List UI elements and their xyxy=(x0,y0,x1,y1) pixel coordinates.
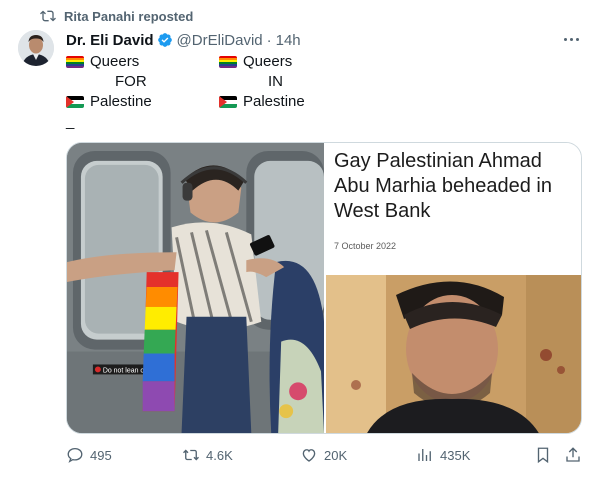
separator-dot: · xyxy=(266,31,272,49)
article-date: 7 October 2022 xyxy=(334,241,397,251)
post-text-row: FOR IN xyxy=(66,72,486,92)
post-text-cell: Palestine xyxy=(219,92,305,112)
post-text-cell: Queers xyxy=(66,52,139,72)
post-text-row: Queers Queers xyxy=(66,52,486,72)
post-text-cell: Queers xyxy=(219,52,292,72)
views-icon xyxy=(418,449,431,461)
post-word: Palestine xyxy=(90,93,152,110)
like-icon xyxy=(302,449,316,462)
like-count: 20K xyxy=(324,447,348,463)
repost-icon xyxy=(40,10,56,22)
post-word: Queers xyxy=(243,53,293,70)
rainbow-flag-icon xyxy=(219,56,237,68)
subway-photo[interactable]: Do not lean o xyxy=(67,143,324,433)
palestine-flag-icon xyxy=(219,96,237,108)
post-header: Dr. Eli David @DrEliDavid · 14h xyxy=(66,30,582,50)
repost-button[interactable]: 4.6K xyxy=(182,446,233,464)
post-text-cell: Palestine xyxy=(66,92,152,112)
avatar[interactable] xyxy=(18,30,54,66)
repost-label: Rita Panahi reposted xyxy=(64,8,194,24)
post-text-cell: FOR xyxy=(115,72,147,92)
reply-button[interactable]: 495 xyxy=(66,446,112,464)
palestine-flag-icon xyxy=(66,96,84,108)
reply-count: 495 xyxy=(90,447,112,463)
article-portrait xyxy=(326,275,581,433)
author-name[interactable]: Dr. Eli David xyxy=(66,32,154,49)
post-word: IN xyxy=(268,73,283,90)
post-text-cell: IN xyxy=(268,72,283,92)
repost-count: 4.6K xyxy=(206,447,233,463)
share-icon xyxy=(566,447,580,462)
post-text-cell: _ xyxy=(66,112,74,132)
article-screenshot[interactable]: Gay Palestinian Ahmad Abu Marhia beheade… xyxy=(324,143,581,433)
action-bar: 495 4.6K 20K 435K xyxy=(66,446,586,470)
verified-badge-icon xyxy=(157,33,172,47)
share-button[interactable] xyxy=(564,446,582,464)
bookmark-button[interactable] xyxy=(534,446,552,464)
post-text: Queers Queers FOR IN Palestine Palestine… xyxy=(66,52,486,132)
bookmark-icon xyxy=(537,447,549,464)
post-word: FOR xyxy=(115,73,147,90)
rainbow-flag-icon xyxy=(66,56,84,68)
post-word: Queers xyxy=(90,53,140,70)
like-button[interactable]: 20K xyxy=(300,446,347,464)
author-handle[interactable]: @DrEliDavid xyxy=(177,32,263,49)
post-word: Palestine xyxy=(243,93,305,110)
repost-context[interactable]: Rita Panahi reposted xyxy=(40,8,193,24)
views-button[interactable]: 435K xyxy=(416,446,470,464)
views-count: 435K xyxy=(440,447,471,463)
media-grid: Do not lean o Gay Palestinian Ahmad Abu … xyxy=(66,142,582,434)
more-options-icon[interactable] xyxy=(560,28,582,50)
repost-icon xyxy=(183,449,199,461)
reply-icon xyxy=(67,447,83,463)
article-headline: Gay Palestinian Ahmad Abu Marhia beheade… xyxy=(334,150,552,222)
door-sign-text: Do not lean o xyxy=(103,367,145,374)
post-trailing-mark: _ xyxy=(66,113,75,130)
post-timestamp[interactable]: 14h xyxy=(276,32,301,49)
post-text-row: Palestine Palestine xyxy=(66,92,486,112)
post-text-row: _ xyxy=(66,112,486,132)
